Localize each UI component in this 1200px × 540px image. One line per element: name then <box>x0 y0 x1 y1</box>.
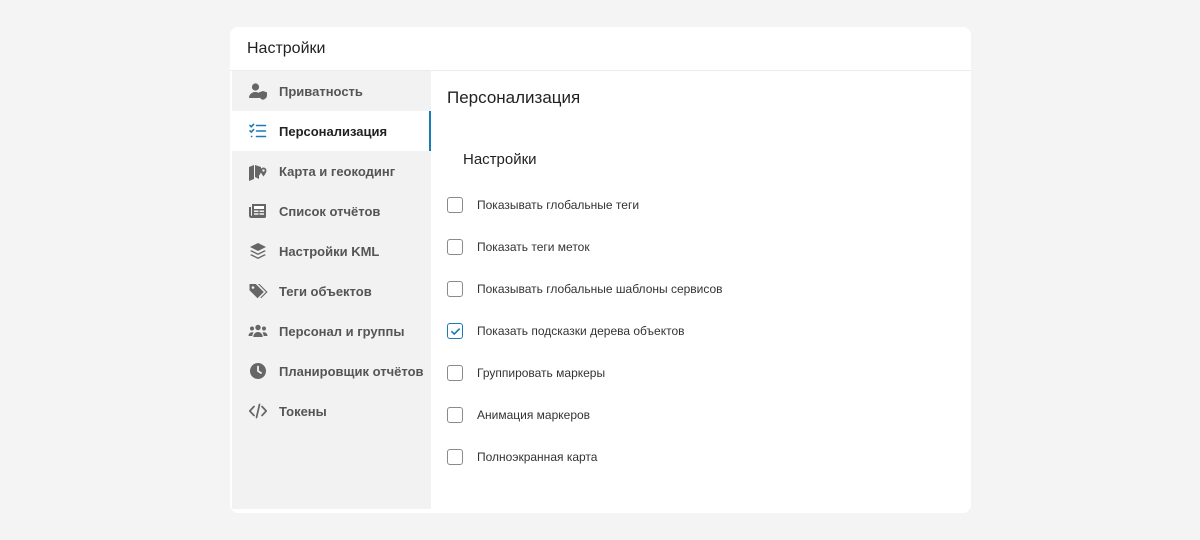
checklist-icon <box>248 121 268 141</box>
option-checkbox[interactable] <box>447 449 463 465</box>
option-row[interactable]: Анимация маркеров <box>447 394 723 436</box>
option-label: Группировать маркеры <box>477 366 606 380</box>
option-checkbox[interactable] <box>447 407 463 423</box>
option-label: Анимация маркеров <box>477 408 591 422</box>
option-row[interactable]: Группировать маркеры <box>447 352 723 394</box>
sidebar-item-newspaper[interactable]: Список отчётов <box>232 191 431 231</box>
settings-dialog: Настройки Приватность Персонализация Карта… <box>230 27 971 513</box>
newspaper-icon <box>248 201 268 221</box>
option-checkbox[interactable] <box>447 365 463 381</box>
sidebar-item-map-marker[interactable]: Карта и геокодинг <box>232 151 431 191</box>
map-marker-icon <box>248 161 268 181</box>
option-row[interactable]: Показывать глобальные теги <box>447 184 723 226</box>
option-label: Полноэкранная карта <box>477 450 598 464</box>
option-checkbox[interactable] <box>447 197 463 213</box>
sidebar-item-label: Список отчётов <box>279 203 381 219</box>
option-row[interactable]: Полноэкранная карта <box>447 436 723 478</box>
sidebar-item-label: Токены <box>279 403 327 419</box>
sidebar-item-checklist[interactable]: Персонализация <box>232 111 431 151</box>
option-label: Показать теги меток <box>477 240 590 254</box>
sidebar-item-label: Карта и геокодинг <box>279 163 396 179</box>
option-checkbox[interactable] <box>447 281 463 297</box>
options-list: Показывать глобальные теги Показать теги … <box>447 184 723 478</box>
settings-sidebar: Приватность Персонализация Карта и геокоди… <box>232 71 431 509</box>
sidebar-item-label: Приватность <box>279 83 363 99</box>
dialog-title: Настройки <box>230 27 971 71</box>
settings-content: Персонализация Настройки Показывать глоб… <box>431 71 971 513</box>
sidebar-item-tags[interactable]: Теги объектов <box>232 271 431 311</box>
section-title: Настройки <box>463 151 537 168</box>
option-checkbox[interactable] <box>447 323 463 339</box>
users-icon <box>248 321 268 341</box>
sidebar-item-label: Настройки KML <box>279 243 380 259</box>
sidebar-item-layers[interactable]: Настройки KML <box>232 231 431 271</box>
sidebar-item-label: Планировщик отчётов <box>279 363 424 379</box>
option-label: Показывать глобальные шаблоны сервисов <box>477 282 723 296</box>
user-shield-icon <box>248 81 268 101</box>
option-label: Показать подсказки дерева объектов <box>477 324 685 338</box>
sidebar-item-code[interactable]: Токены <box>232 391 431 431</box>
option-label: Показывать глобальные теги <box>477 198 640 212</box>
tags-icon <box>248 281 268 301</box>
option-row[interactable]: Показать подсказки дерева объектов <box>447 310 723 352</box>
sidebar-item-label: Теги объектов <box>279 283 372 299</box>
code-icon <box>248 401 268 421</box>
option-row[interactable]: Показывать глобальные шаблоны сервисов <box>447 268 723 310</box>
sidebar-item-clock[interactable]: Планировщик отчётов <box>232 351 431 391</box>
sidebar-item-users[interactable]: Персонал и группы <box>232 311 431 351</box>
check-icon <box>450 327 460 335</box>
sidebar-item-label: Персонал и группы <box>279 323 405 339</box>
page-title: Персонализация <box>447 88 581 107</box>
dialog-body: Приватность Персонализация Карта и геокоди… <box>230 71 971 513</box>
sidebar-item-user-shield[interactable]: Приватность <box>232 71 431 111</box>
sidebar-item-label: Персонализация <box>279 123 388 139</box>
clock-icon <box>248 361 268 381</box>
option-row[interactable]: Показать теги меток <box>447 226 723 268</box>
option-checkbox[interactable] <box>447 239 463 255</box>
layers-icon <box>248 241 268 261</box>
